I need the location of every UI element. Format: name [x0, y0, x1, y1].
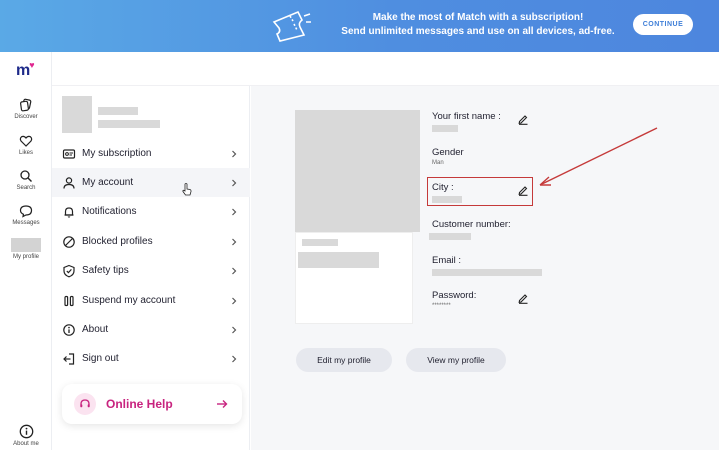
menu-label-safety-tips: Safety tips — [82, 265, 129, 276]
menu-label-about: About — [82, 324, 109, 335]
chevron-right-icon — [232, 326, 237, 333]
city-field: City : — [432, 182, 462, 203]
menu-item-notifications[interactable]: Notifications — [52, 197, 250, 226]
city-value-redacted — [432, 196, 462, 203]
customer-number-label: Customer number: — [432, 219, 511, 230]
edit-my-profile-button[interactable]: Edit my profile — [296, 348, 392, 372]
banner-line-2: Send unlimited messages and use on all d… — [341, 26, 615, 37]
first-name-label: Your first name : — [432, 111, 501, 122]
chevron-right-icon — [232, 238, 237, 245]
email-value-redacted — [432, 269, 542, 276]
rail-label-likes: Likes — [18, 150, 33, 156]
first-name-field: Your first name : — [432, 111, 501, 132]
rail-item-about-me[interactable]: About me — [0, 424, 52, 447]
menu-label-my-account: My account — [82, 177, 134, 188]
online-help-button[interactable]: Online Help — [62, 384, 242, 424]
chevron-right-icon — [232, 297, 237, 304]
search-icon — [20, 170, 32, 182]
profile-detail-placeholder — [98, 120, 160, 128]
settings-menu: My subscription My account Notifications… — [52, 86, 250, 450]
discover-icon — [20, 98, 32, 112]
password-value: ******** — [432, 303, 451, 309]
view-my-profile-button[interactable]: View my profile — [406, 348, 506, 372]
banner-line-1: Make the most of Match with a subscripti… — [372, 12, 584, 23]
arrow-right-icon — [217, 400, 228, 408]
menu-item-my-account[interactable]: My account — [52, 168, 250, 197]
rail-label-discover: Discover — [14, 114, 38, 120]
rail-item-search[interactable]: Search — [0, 169, 52, 191]
menu-label-sign-out: Sign out — [82, 353, 119, 364]
rail-label-my-profile: My profile — [12, 254, 39, 260]
menu-item-sign-out[interactable]: Sign out — [52, 344, 250, 373]
menu-item-my-subscription[interactable]: My subscription — [52, 139, 250, 168]
rail-label-messages: Messages — [12, 220, 40, 226]
gender-field: Gender Man — [432, 147, 464, 166]
rail-label-about-me: About me — [13, 441, 39, 447]
card-detail-placeholder — [298, 252, 379, 268]
customer-number-value-redacted — [429, 233, 471, 240]
gender-label: Gender — [432, 147, 464, 158]
menu-item-blocked-profiles[interactable]: Blocked profiles — [52, 227, 250, 256]
gender-value: Man — [432, 160, 444, 166]
menu-item-about[interactable]: About — [52, 315, 250, 344]
customer-number-field: Customer number: — [429, 219, 511, 240]
bell-icon — [64, 206, 74, 218]
password-label: Password: — [432, 290, 477, 301]
online-help-label: Online Help — [106, 397, 173, 411]
chevron-right-icon — [232, 355, 237, 362]
chat-bubble-icon — [19, 205, 33, 218]
email-label: Email : — [432, 255, 462, 266]
avatar — [11, 238, 41, 252]
chevron-right-icon — [232, 150, 237, 157]
rail-item-discover[interactable]: Discover — [0, 98, 52, 120]
heart-icon — [19, 135, 33, 147]
profile-card-info — [295, 232, 413, 324]
shield-icon — [63, 264, 75, 277]
card-name-placeholder — [302, 239, 338, 246]
menu-label-my-subscription: My subscription — [82, 148, 152, 159]
subscription-icon — [62, 148, 76, 159]
info-icon — [63, 323, 75, 336]
menu-label-blocked-profiles: Blocked profiles — [82, 236, 153, 247]
block-icon — [63, 235, 75, 248]
chevron-right-icon — [232, 267, 237, 274]
nav-rail: m♥ Discover Likes Search Messages My pro… — [0, 52, 52, 450]
chevron-right-icon — [232, 179, 237, 186]
banner-text: Make the most of Match with a subscripti… — [330, 11, 626, 39]
match-logo[interactable]: m♥ — [16, 60, 36, 80]
first-name-value-redacted — [432, 125, 458, 132]
pause-icon — [64, 295, 74, 306]
city-label: City : — [432, 182, 454, 193]
subscription-banner: Make the most of Match with a subscripti… — [0, 0, 719, 52]
menu-label-suspend-account: Suspend my account — [82, 295, 176, 306]
menu-item-safety-tips[interactable]: Safety tips — [52, 256, 250, 285]
profile-photo-placeholder — [295, 110, 420, 232]
user-icon — [63, 176, 75, 189]
menu-item-suspend-account[interactable]: Suspend my account — [52, 286, 250, 315]
sign-out-icon — [63, 352, 75, 365]
chevron-right-icon — [232, 208, 237, 215]
info-icon — [19, 424, 33, 439]
email-field: Email : — [432, 255, 542, 276]
rail-item-messages[interactable]: Messages — [0, 204, 52, 226]
menu-label-notifications: Notifications — [82, 206, 137, 217]
ticket-icon — [272, 10, 311, 42]
logo-heart-icon: ♥ — [29, 60, 35, 70]
password-field: Password: ******** — [432, 290, 476, 309]
rail-item-likes[interactable]: Likes — [0, 134, 52, 156]
headset-icon — [74, 393, 96, 415]
continue-button[interactable]: CONTINUE — [633, 14, 693, 35]
annotation-arrow — [539, 127, 658, 186]
profile-thumbnail — [62, 96, 92, 133]
top-strip — [52, 52, 719, 86]
hand-cursor-icon — [182, 183, 192, 196]
rail-item-my-profile[interactable]: My profile — [0, 238, 52, 260]
profile-name-placeholder — [98, 107, 138, 115]
rail-label-search: Search — [16, 185, 36, 191]
edit-password-icon[interactable] — [517, 292, 529, 304]
